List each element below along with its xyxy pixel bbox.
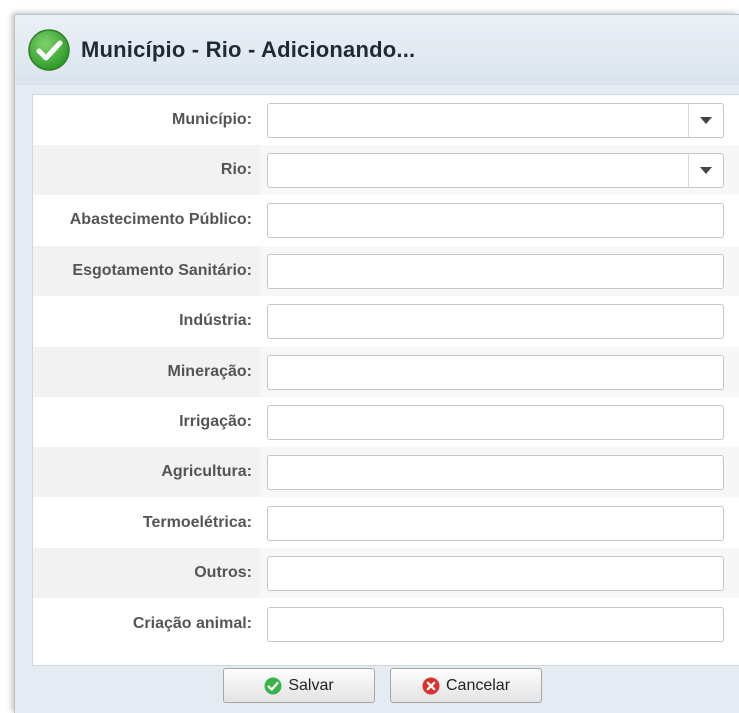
form-row-esgotamento: Esgotamento Sanitário: — [33, 246, 739, 296]
form-row-criacao-animal: Criação animal: — [33, 599, 739, 649]
form-row-mineracao: Mineração: — [33, 347, 739, 397]
irrigacao-label: Irrigação: — [179, 413, 252, 430]
criacao-animal-label: Criação animal: — [132, 615, 252, 632]
check-circle-icon — [264, 677, 282, 695]
outros-label: Outros: — [33, 548, 260, 598]
agricultura-input[interactable] — [267, 454, 724, 490]
municipio-label: Município: — [172, 111, 252, 128]
x-circle-icon — [422, 677, 440, 695]
form-panel: Município: Rio: Abastecimento Público: E… — [32, 94, 739, 666]
esgotamento-input[interactable] — [267, 253, 724, 289]
termoeletrica-input[interactable] — [267, 505, 724, 541]
agricultura-label: Agricultura: — [33, 447, 260, 497]
mineracao-input[interactable] — [267, 354, 724, 390]
mineracao-label: Mineração: — [33, 347, 260, 397]
form-row-industria: Indústria: — [33, 296, 739, 346]
form-row-irrigacao: Irrigação: — [33, 397, 739, 447]
form-row-termoeletrica: Termoelétrica: — [33, 498, 739, 548]
termoeletrica-label: Termoelétrica: — [142, 514, 252, 531]
chevron-down-icon — [700, 116, 712, 124]
form-row-agricultura: Agricultura: — [33, 447, 739, 497]
check-circle-icon — [27, 28, 71, 72]
dialog-title: Município - Rio - Adicionando... — [81, 37, 416, 62]
cancel-button-label: Cancelar — [445, 676, 511, 694]
rio-label: Rio: — [33, 145, 260, 195]
abastecimento-label: Abastecimento Público: — [69, 211, 252, 228]
dialog-titlebar[interactable]: Município - Rio - Adicionando... — [15, 15, 739, 85]
form-row-abastecimento: Abastecimento Público: — [33, 195, 739, 245]
municipio-combobox[interactable] — [267, 102, 724, 138]
abastecimento-input[interactable] — [267, 202, 724, 238]
outros-input[interactable] — [267, 555, 724, 591]
rio-combobox[interactable] — [267, 152, 724, 188]
industria-input[interactable] — [267, 303, 724, 339]
save-button-label: Salvar — [288, 676, 334, 694]
dialog-window: Município - Rio - Adicionando... Municíp… — [14, 14, 739, 713]
esgotamento-label: Esgotamento Sanitário: — [33, 246, 260, 296]
industria-label: Indústria: — [179, 312, 252, 329]
municipio-dropdown-trigger[interactable] — [688, 103, 723, 137]
irrigacao-input[interactable] — [267, 404, 724, 440]
form-row-rio: Rio: — [33, 145, 739, 195]
criacao-animal-input[interactable] — [267, 606, 724, 642]
rio-dropdown-trigger[interactable] — [688, 153, 723, 187]
save-button[interactable]: Salvar — [223, 668, 375, 703]
chevron-down-icon — [700, 166, 712, 174]
form-row-outros: Outros: — [33, 548, 739, 598]
form-row-municipio: Município: — [33, 95, 739, 145]
cancel-button[interactable]: Cancelar — [390, 668, 542, 703]
